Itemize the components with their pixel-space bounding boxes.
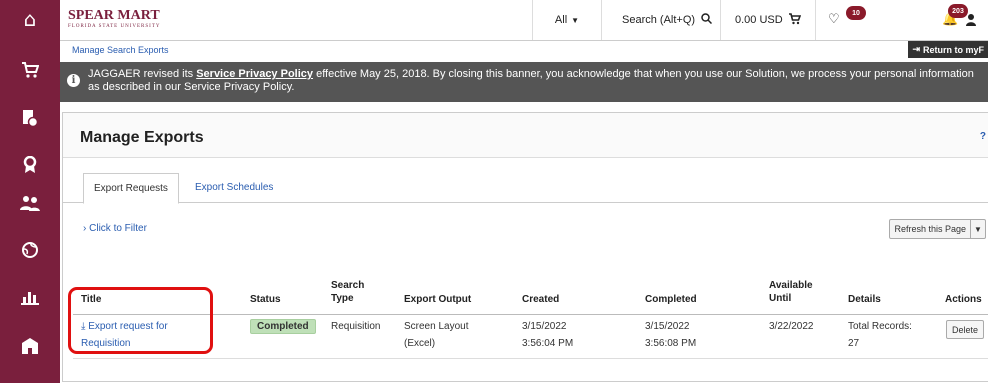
row-divider [73, 358, 988, 359]
tab-export-requests[interactable]: Export Requests [83, 173, 179, 204]
search-placeholder: Search (Alt+Q) [622, 14, 696, 26]
search-type-cell: Requisition [331, 321, 381, 332]
award-icon[interactable] [0, 150, 60, 180]
notifications-count-badge: 203 [948, 4, 968, 18]
details-cell: Total Records: 27 [848, 321, 912, 349]
cart-amount: 0.00 USD [735, 14, 783, 26]
col-header-export-output: Export Output [404, 294, 472, 305]
refresh-label: Refresh this Page [894, 224, 966, 234]
return-button[interactable]: ⇥ Return to myF [908, 41, 988, 58]
spearmart-logo[interactable]: SPEAR MART FLORIDA STATE UNIVERSITY [68, 8, 161, 29]
sidebar-nav: ⌂ [0, 0, 60, 383]
cart-total[interactable]: 0.00 USD [720, 0, 815, 40]
completed-cell: 3/15/2022 3:56:08 PM [645, 321, 697, 349]
search-scope-value: All [554, 14, 568, 26]
tab-divider [63, 202, 988, 203]
col-header-created: Created [522, 294, 560, 305]
search-input[interactable]: Search (Alt+Q) [601, 0, 720, 40]
export-output-cell: Screen Layout (Excel) [404, 321, 469, 349]
building-icon[interactable] [0, 331, 60, 361]
col-header-actions: Actions [945, 294, 982, 305]
tab-export-schedules[interactable]: Export Schedules [185, 173, 283, 202]
banner-text: JAGGAER revised its Service Privacy Poli… [88, 68, 974, 93]
notifications[interactable]: 🔔 203 [940, 0, 988, 40]
status-badge: Completed [250, 319, 316, 334]
chevron-down-icon[interactable]: ▼ [970, 220, 985, 238]
return-icon: ⇥ [912, 44, 920, 54]
available-until-cell: 3/22/2022 [769, 321, 814, 332]
help-icon[interactable]: ? [980, 131, 986, 142]
col-header-details: Details [848, 294, 881, 305]
breadcrumb[interactable]: Manage Search Exports [72, 45, 169, 55]
title-highlight-box [68, 287, 213, 354]
favorites[interactable]: ♡ 10 [815, 0, 876, 40]
panel-header: Manage Exports ? [63, 113, 988, 158]
privacy-banner: i JAGGAER revised its Service Privacy Po… [60, 62, 988, 102]
user-icon[interactable] [966, 14, 976, 29]
globe-icon[interactable] [0, 235, 60, 265]
info-icon: i [67, 74, 80, 87]
chevron-down-icon: ▼ [571, 15, 580, 25]
col-header-available-until: Available Until [769, 280, 813, 304]
search-scope-select[interactable]: All ▼ [532, 0, 601, 40]
cart-icon [789, 13, 802, 28]
home-icon[interactable]: ⌂ [0, 4, 60, 34]
privacy-policy-link[interactable]: Service Privacy Policy [196, 68, 313, 80]
heart-icon: ♡ [828, 12, 840, 27]
delete-button[interactable]: Delete [946, 320, 985, 339]
orders-icon[interactable] [0, 103, 60, 133]
favorites-count-badge: 10 [846, 6, 866, 20]
search-icon[interactable] [701, 13, 713, 27]
created-cell: 3/15/2022 3:56:04 PM [522, 321, 574, 349]
col-header-completed: Completed [645, 294, 697, 305]
chart-icon[interactable] [0, 282, 60, 312]
col-header-status: Status [250, 294, 281, 305]
return-label: Return to myF [922, 44, 984, 55]
logo-text: SPEAR MART [68, 8, 160, 23]
page-title: Manage Exports [80, 129, 204, 146]
col-header-search-type: Search Type [331, 280, 365, 304]
cart-icon[interactable] [0, 55, 60, 85]
filter-toggle[interactable]: › Click to Filter [83, 223, 147, 234]
people-icon[interactable] [0, 188, 60, 218]
logo-subtext: FLORIDA STATE UNIVERSITY [68, 24, 161, 29]
chevron-right-icon: › [83, 223, 87, 234]
top-bar: SPEAR MART FLORIDA STATE UNIVERSITY All … [60, 0, 988, 41]
refresh-button[interactable]: Refresh this Page ▼ [889, 219, 986, 239]
filter-label: Click to Filter [89, 223, 147, 234]
